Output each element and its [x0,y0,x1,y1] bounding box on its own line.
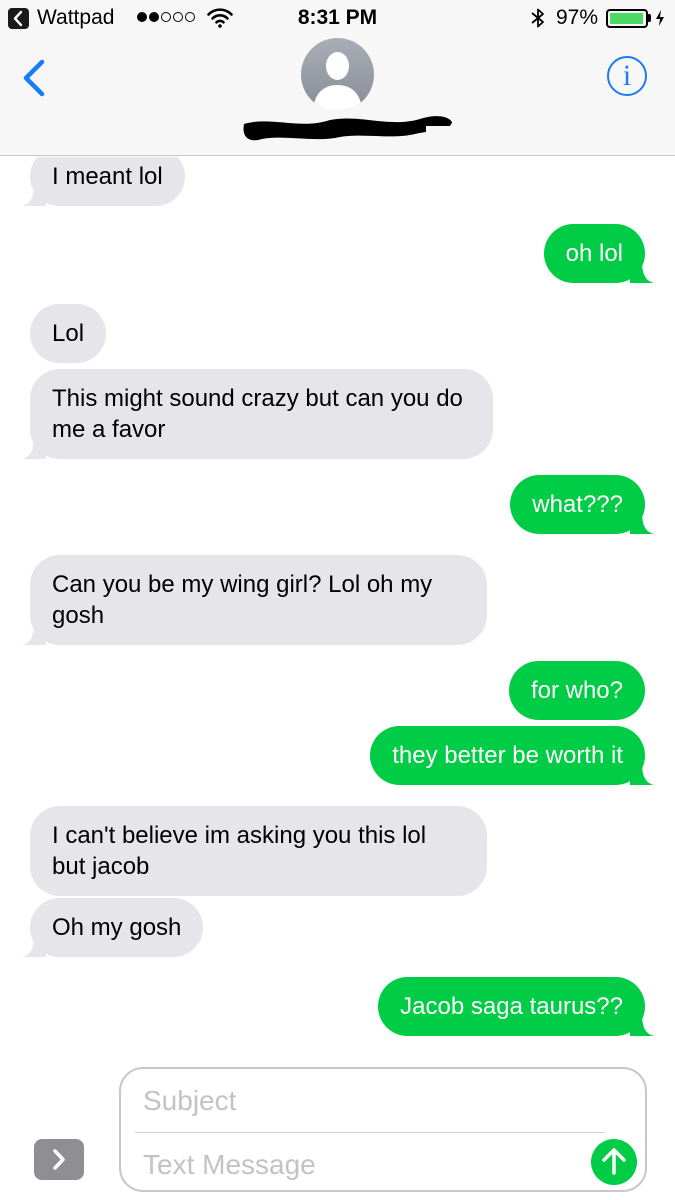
message-text: Lol [52,320,85,347]
message-bubble-outgoing[interactable]: for who? [508,661,645,720]
message-text: oh lol [565,240,623,267]
message-composer [0,1060,675,1200]
bubble-tail [630,512,654,534]
battery-percentage: 97% [556,6,599,29]
message-bubble-incoming[interactable]: Oh my gosh [22,898,204,957]
message-text: for who? [530,677,623,704]
message-bubble-outgoing[interactable]: oh lol [543,224,654,283]
message-text: I meant lol [52,163,163,190]
message-text: Oh my gosh [52,914,182,941]
message-bubble-outgoing[interactable]: Jacob saga taurus?? [378,977,654,1036]
arrow-up-icon [602,1148,626,1175]
contact-name-redacted[interactable] [240,110,456,144]
chevron-right-icon [53,1149,65,1170]
message-text: what??? [532,491,623,518]
bubble-tail [22,623,46,645]
expand-apps-button[interactable] [34,1139,84,1180]
bubble-tail [630,763,654,785]
message-bubble-incoming[interactable]: Lol [30,304,107,363]
bubble-tail [630,261,654,283]
info-button[interactable]: i [607,56,647,96]
message-bubble-incoming[interactable]: Can you be my wing girl? Lol oh my gosh [22,555,487,645]
bubble-tail [22,935,46,957]
text-message-input[interactable] [143,1147,583,1183]
battery-icon [606,9,648,28]
message-text: Jacob saga taurus?? [400,993,623,1020]
back-button[interactable] [20,58,50,98]
message-list: I meant lol oh lol Lol This might sound … [0,157,675,1060]
composer-box [119,1067,647,1192]
message-bubble-incoming[interactable]: I can't believe im asking you this lol b… [30,806,487,896]
message-bubble-incoming[interactable]: I meant lol [22,157,185,206]
message-text: I can't believe im asking you this lol b… [52,822,427,880]
bubble-tail [22,184,46,206]
bubble-tail [22,437,46,459]
bluetooth-icon [531,8,544,28]
send-button[interactable] [591,1139,637,1185]
conversation-header: i [0,36,675,156]
message-text: This might sound crazy but can you do me… [52,385,463,443]
contact-avatar[interactable] [301,38,374,111]
message-bubble-outgoing[interactable]: they better be worth it [370,726,654,785]
subject-input[interactable] [143,1083,603,1119]
message-text: Can you be my wing girl? Lol oh my gosh [52,571,433,629]
message-text: they better be worth it [392,742,623,769]
message-bubble-incoming[interactable]: This might sound crazy but can you do me… [22,369,493,459]
bubble-tail [630,1014,654,1036]
battery-tip [648,14,651,22]
person-silhouette-icon [313,52,362,111]
charging-bolt-icon [656,10,664,26]
chevron-left-icon [23,59,45,97]
status-bar: Wattpad 8:31 PM 97% [0,0,675,36]
composer-divider [135,1132,605,1133]
message-bubble-outgoing[interactable]: what??? [510,475,654,534]
